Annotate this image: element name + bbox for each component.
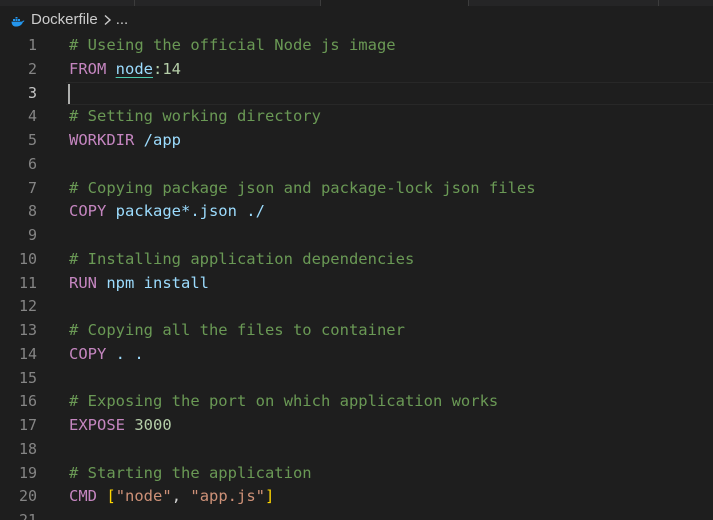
code-token: package*.json ./ xyxy=(106,202,265,221)
line-code: # Installing application dependencies xyxy=(69,248,414,272)
line-number: 20 xyxy=(18,487,37,506)
line-code: FROM node:14 xyxy=(69,58,181,82)
text-cursor xyxy=(68,83,70,104)
breadcrumb-ellipsis[interactable]: ... xyxy=(116,11,129,28)
line-code: # Copying package json and package-lock … xyxy=(69,177,536,201)
code-line[interactable]: 14 COPY . . xyxy=(0,343,713,367)
code-line[interactable]: 1 # Useing the official Node js image xyxy=(0,34,713,58)
code-token: # Installing application dependencies xyxy=(69,249,415,268)
line-number: 11 xyxy=(18,273,37,292)
code-line[interactable]: 2 FROM node:14 xyxy=(0,58,713,82)
code-line[interactable]: 10 # Installing application dependencies xyxy=(0,248,713,272)
code-line[interactable]: 12 xyxy=(0,295,713,319)
code-token: . . xyxy=(106,344,144,363)
code-line[interactable]: 6 xyxy=(0,153,713,177)
code-line[interactable]: 17 EXPOSE 3000 xyxy=(0,414,713,438)
line-number: 7 xyxy=(27,178,37,197)
line-code: CMD ["node", "app.js"] xyxy=(69,485,274,509)
line-code: COPY package*.json ./ xyxy=(69,200,265,224)
code-line[interactable]: 20 CMD ["node", "app.js"] xyxy=(0,485,713,509)
line-number: 18 xyxy=(18,439,37,458)
line-number: 16 xyxy=(18,392,37,411)
line-code: COPY . . xyxy=(69,343,144,367)
line-number: 15 xyxy=(18,368,37,387)
code-token: # Exposing the port on which application… xyxy=(69,392,499,411)
breadcrumb: Dockerfile ... xyxy=(0,6,713,32)
line-code: WORKDIR /app xyxy=(69,129,181,153)
line-number: 13 xyxy=(18,321,37,339)
code-token: , xyxy=(171,487,191,506)
code-token: EXPOSE xyxy=(69,416,125,434)
line-number: 8 xyxy=(27,202,37,221)
code-token: COPY xyxy=(69,344,107,363)
line-number: 6 xyxy=(27,154,37,173)
code-token: FROM xyxy=(69,59,107,78)
line-number: 12 xyxy=(18,297,37,316)
code-editor[interactable]: 1 # Useing the official Node js image 2 FRO… xyxy=(0,34,713,520)
code-token: # Useing the official Node js image xyxy=(69,36,396,54)
line-code: EXPOSE 3000 xyxy=(69,414,172,438)
code-token: "app.js" xyxy=(190,487,266,506)
code-token: "node" xyxy=(115,487,172,506)
code-line[interactable]: 21 xyxy=(0,509,713,520)
line-number: 19 xyxy=(18,463,37,482)
code-line[interactable]: 15 xyxy=(0,367,713,391)
code-line[interactable]: 19 # Starting the application xyxy=(0,462,713,486)
line-number: 1 xyxy=(27,36,37,54)
line-code: RUN npm install xyxy=(69,272,209,296)
code-token: COPY xyxy=(69,202,107,221)
line-number: 3 xyxy=(27,83,37,102)
line-number: 21 xyxy=(18,511,37,520)
code-line[interactable]: 5 WORKDIR /app xyxy=(0,129,713,153)
line-number: 9 xyxy=(27,226,37,244)
editor-window: Dockerfile ... 1 # Useing the official No… xyxy=(0,0,713,520)
code-token: WORKDIR xyxy=(69,131,135,149)
code-line[interactable]: 4 # Setting working directory xyxy=(0,105,713,129)
line-number: 17 xyxy=(18,416,37,434)
line-number: 5 xyxy=(27,131,37,149)
code-token: # Copying package json and package-lock … xyxy=(69,178,536,197)
code-line[interactable]: 13 # Copying all the files to container xyxy=(0,319,713,343)
code-line[interactable]: 11 RUN npm install xyxy=(0,272,713,296)
code-token: ] xyxy=(265,487,275,506)
line-code: # Setting working directory xyxy=(69,105,321,129)
line-number: 10 xyxy=(18,249,37,268)
code-token: [ xyxy=(106,487,116,506)
code-token: :14 xyxy=(153,59,181,78)
line-code: # Starting the application xyxy=(69,462,312,486)
line-number: 14 xyxy=(18,344,37,363)
code-token: /app xyxy=(134,131,181,149)
code-token: # Copying all the files to container xyxy=(69,321,405,339)
code-token: node xyxy=(115,59,153,78)
code-token: npm install xyxy=(97,273,209,292)
code-token: # Starting the application xyxy=(69,463,312,482)
code-line[interactable]: 16 # Exposing the port on which applicati… xyxy=(0,390,713,414)
line-code: # Useing the official Node js image xyxy=(69,34,396,58)
code-token: # Setting working directory xyxy=(69,107,321,126)
line-number: 2 xyxy=(27,59,37,78)
line-code: # Exposing the port on which application… xyxy=(69,390,498,414)
breadcrumb-file[interactable]: Dockerfile xyxy=(31,11,98,28)
code-line[interactable]: 18 xyxy=(0,438,713,462)
line-code: # Copying all the files to container xyxy=(69,319,405,343)
docker-icon xyxy=(11,14,25,27)
code-line[interactable]: 8 COPY package*.json ./ xyxy=(0,200,713,224)
chevron-right-icon xyxy=(103,13,112,26)
code-token: RUN xyxy=(69,273,97,292)
code-line[interactable]: 9 xyxy=(0,224,713,248)
code-line[interactable]: 7 # Copying package json and package-lock… xyxy=(0,177,713,201)
code-line[interactable]: 3 xyxy=(0,81,713,106)
code-token: 3000 xyxy=(134,416,172,434)
line-number: 4 xyxy=(27,107,37,126)
code-token: CMD xyxy=(69,487,97,506)
